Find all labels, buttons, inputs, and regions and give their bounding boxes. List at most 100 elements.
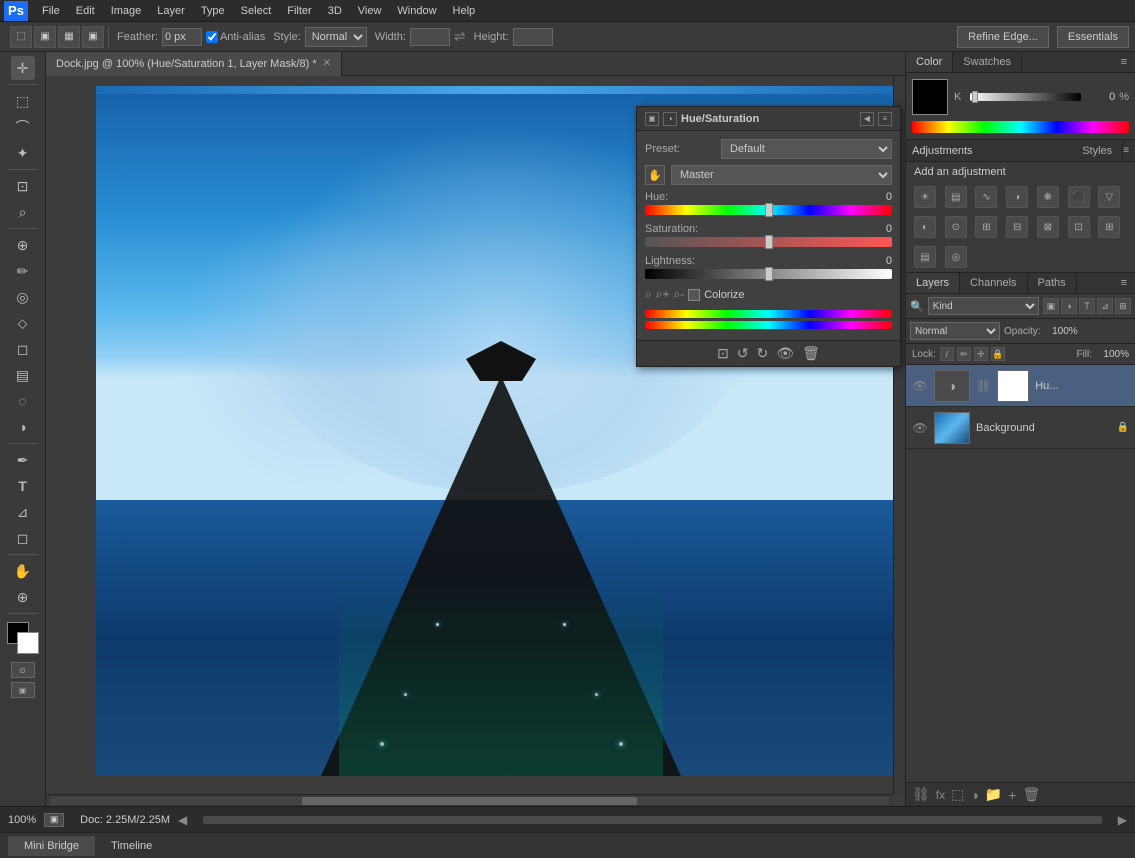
k-slider[interactable] (970, 93, 1081, 101)
tool-opt1[interactable]: ▣ (34, 26, 56, 48)
adj-channelmix[interactable]: ⊞ (975, 216, 997, 238)
eyedrop-btn-3[interactable]: ⌕- (673, 287, 684, 302)
tab-paths[interactable]: Paths (1028, 273, 1077, 293)
tab-swatches[interactable]: Swatches (953, 52, 1022, 72)
menu-file[interactable]: File (34, 3, 68, 19)
kind-select[interactable]: Kind (928, 297, 1039, 315)
magic-wand-tool[interactable]: ✦ (11, 141, 35, 165)
rect-marquee-btn[interactable]: ⬚ (10, 26, 32, 48)
move-tool[interactable]: ✛ (11, 56, 35, 80)
add-style-btn[interactable]: fx (936, 788, 945, 802)
adj-panel-menu[interactable]: ≡ (1123, 145, 1129, 156)
color-panel-menu[interactable]: ≡ (1113, 52, 1135, 72)
saturation-slider[interactable] (645, 237, 892, 247)
background-color[interactable] (17, 632, 39, 654)
lock-position[interactable]: ✛ (974, 347, 988, 361)
add-mask-btn[interactable]: ⬚ (951, 786, 964, 803)
hand-tool[interactable]: ✋ (11, 559, 35, 583)
prop-menu-btn[interactable]: ≡ (878, 112, 892, 126)
tool-opt3[interactable]: ▣ (82, 26, 104, 48)
adj-threshold[interactable]: ⊞ (1098, 216, 1120, 238)
lock-pixels[interactable]: ✏ (957, 347, 971, 361)
marquee-tool[interactable]: ⬚ (11, 89, 35, 113)
height-input[interactable] (513, 28, 553, 46)
clip-btn[interactable]: ⊡ (717, 345, 729, 362)
blur-tool[interactable]: ◌ (11, 389, 35, 413)
tab-channels[interactable]: Channels (960, 273, 1027, 293)
color-swatch[interactable] (912, 79, 948, 115)
layer-mask-huesat[interactable] (997, 370, 1029, 402)
adj-curves[interactable]: ∿ (975, 186, 997, 208)
vis-btn[interactable]: 👁 (776, 345, 794, 362)
anti-alias-checkbox[interactable] (206, 31, 218, 43)
filter-pixel[interactable]: ▣ (1043, 298, 1059, 314)
adj-brightness[interactable]: ☀ (914, 186, 936, 208)
adj-colorlookup[interactable]: ⊟ (1006, 216, 1028, 238)
canvas-wrapper[interactable]: ▣ ◑ Hue/Saturation ◀ ≡ Preset: Default (46, 76, 905, 806)
dodge-tool[interactable]: ◑ (11, 415, 35, 439)
colorize-checkbox[interactable] (688, 289, 700, 301)
preset-select[interactable]: Default (721, 139, 892, 159)
filter-type[interactable]: T (1079, 298, 1095, 314)
adj-exposure[interactable]: ◑ (1006, 186, 1028, 208)
prev-btn[interactable]: ↺ (737, 345, 749, 362)
layer-vis-bg[interactable]: 👁 (912, 420, 928, 436)
new-layer-btn[interactable]: + (1008, 787, 1016, 803)
lasso-tool[interactable]: ⌒ (11, 115, 35, 139)
menu-layer[interactable]: Layer (149, 3, 193, 19)
lock-transparent[interactable]: / (940, 347, 954, 361)
pen-tool[interactable]: ✒ (11, 448, 35, 472)
menu-window[interactable]: Window (389, 3, 444, 19)
lightness-slider[interactable] (645, 269, 892, 279)
adj-vibrance[interactable]: ❋ (1037, 186, 1059, 208)
new-group-btn[interactable]: 📁 (985, 786, 1002, 803)
hand-icon-btn[interactable]: ✋ (645, 165, 665, 185)
layers-panel-menu[interactable]: ≡ (1113, 273, 1135, 293)
hue-slider[interactable] (645, 205, 892, 215)
clone-tool[interactable]: ◎ (11, 285, 35, 309)
refine-edge-btn[interactable]: Refine Edge... (957, 26, 1049, 48)
screen-mode-btn[interactable]: ▣ (11, 682, 35, 698)
menu-type[interactable]: Type (193, 3, 233, 19)
text-tool[interactable]: T (11, 474, 35, 498)
h-scroll-track[interactable] (50, 797, 889, 805)
menu-help[interactable]: Help (445, 3, 484, 19)
shape-tool[interactable]: ◻ (11, 526, 35, 550)
canvas-h-scrollbar[interactable] (46, 794, 893, 806)
prop-collapse-btn[interactable]: ◀ (860, 112, 874, 126)
timeline-tab[interactable]: Timeline (95, 836, 168, 856)
gradient-tool[interactable]: ▤ (11, 363, 35, 387)
style-select[interactable]: Normal (305, 27, 367, 47)
filter-adj[interactable]: ◑ (1061, 298, 1077, 314)
quick-mask-btn[interactable]: ⊙ (11, 662, 35, 678)
path-tool[interactable]: ⊿ (11, 500, 35, 524)
brush-tool[interactable]: ✏ (11, 259, 35, 283)
adj-posterize[interactable]: ⊡ (1068, 216, 1090, 238)
status-arrow-left[interactable]: ◀ (178, 813, 187, 827)
filter-shape[interactable]: ⊿ (1097, 298, 1113, 314)
prop-icon-mask[interactable]: ▣ (645, 112, 659, 126)
menu-edit[interactable]: Edit (68, 3, 103, 19)
adj-bw[interactable]: ◐ (914, 216, 936, 238)
layer-vis-huesat[interactable]: 👁 (912, 378, 928, 394)
adj-levels[interactable]: ▤ (945, 186, 967, 208)
crop-tool[interactable]: ⊡ (11, 174, 35, 198)
new-adj-btn[interactable]: ◑ (970, 787, 978, 803)
history-brush[interactable]: ⬦ (11, 311, 35, 335)
lock-all[interactable]: 🔒 (991, 347, 1005, 361)
menu-3d[interactable]: 3D (320, 3, 350, 19)
mini-bridge-tab[interactable]: Mini Bridge (8, 836, 95, 856)
reset-btn[interactable]: ↻ (757, 345, 769, 362)
adj-colorbal[interactable]: ▽ (1098, 186, 1120, 208)
filter-smart[interactable]: ⊞ (1115, 298, 1131, 314)
channel-select[interactable]: Master (671, 165, 892, 185)
tab-layers[interactable]: Layers (906, 273, 960, 293)
tab-color[interactable]: Color (906, 52, 953, 72)
adj-invert[interactable]: ⊠ (1037, 216, 1059, 238)
status-icon-btn[interactable]: ▣ (44, 813, 64, 827)
h-scroll-thumb[interactable] (302, 797, 638, 805)
status-arrow-right[interactable]: ▶ (1118, 813, 1127, 827)
del-layer-btn[interactable]: 🗑 (1022, 786, 1040, 803)
properties-header[interactable]: ▣ ◑ Hue/Saturation ◀ ≡ (637, 107, 900, 131)
menu-filter[interactable]: Filter (279, 3, 319, 19)
